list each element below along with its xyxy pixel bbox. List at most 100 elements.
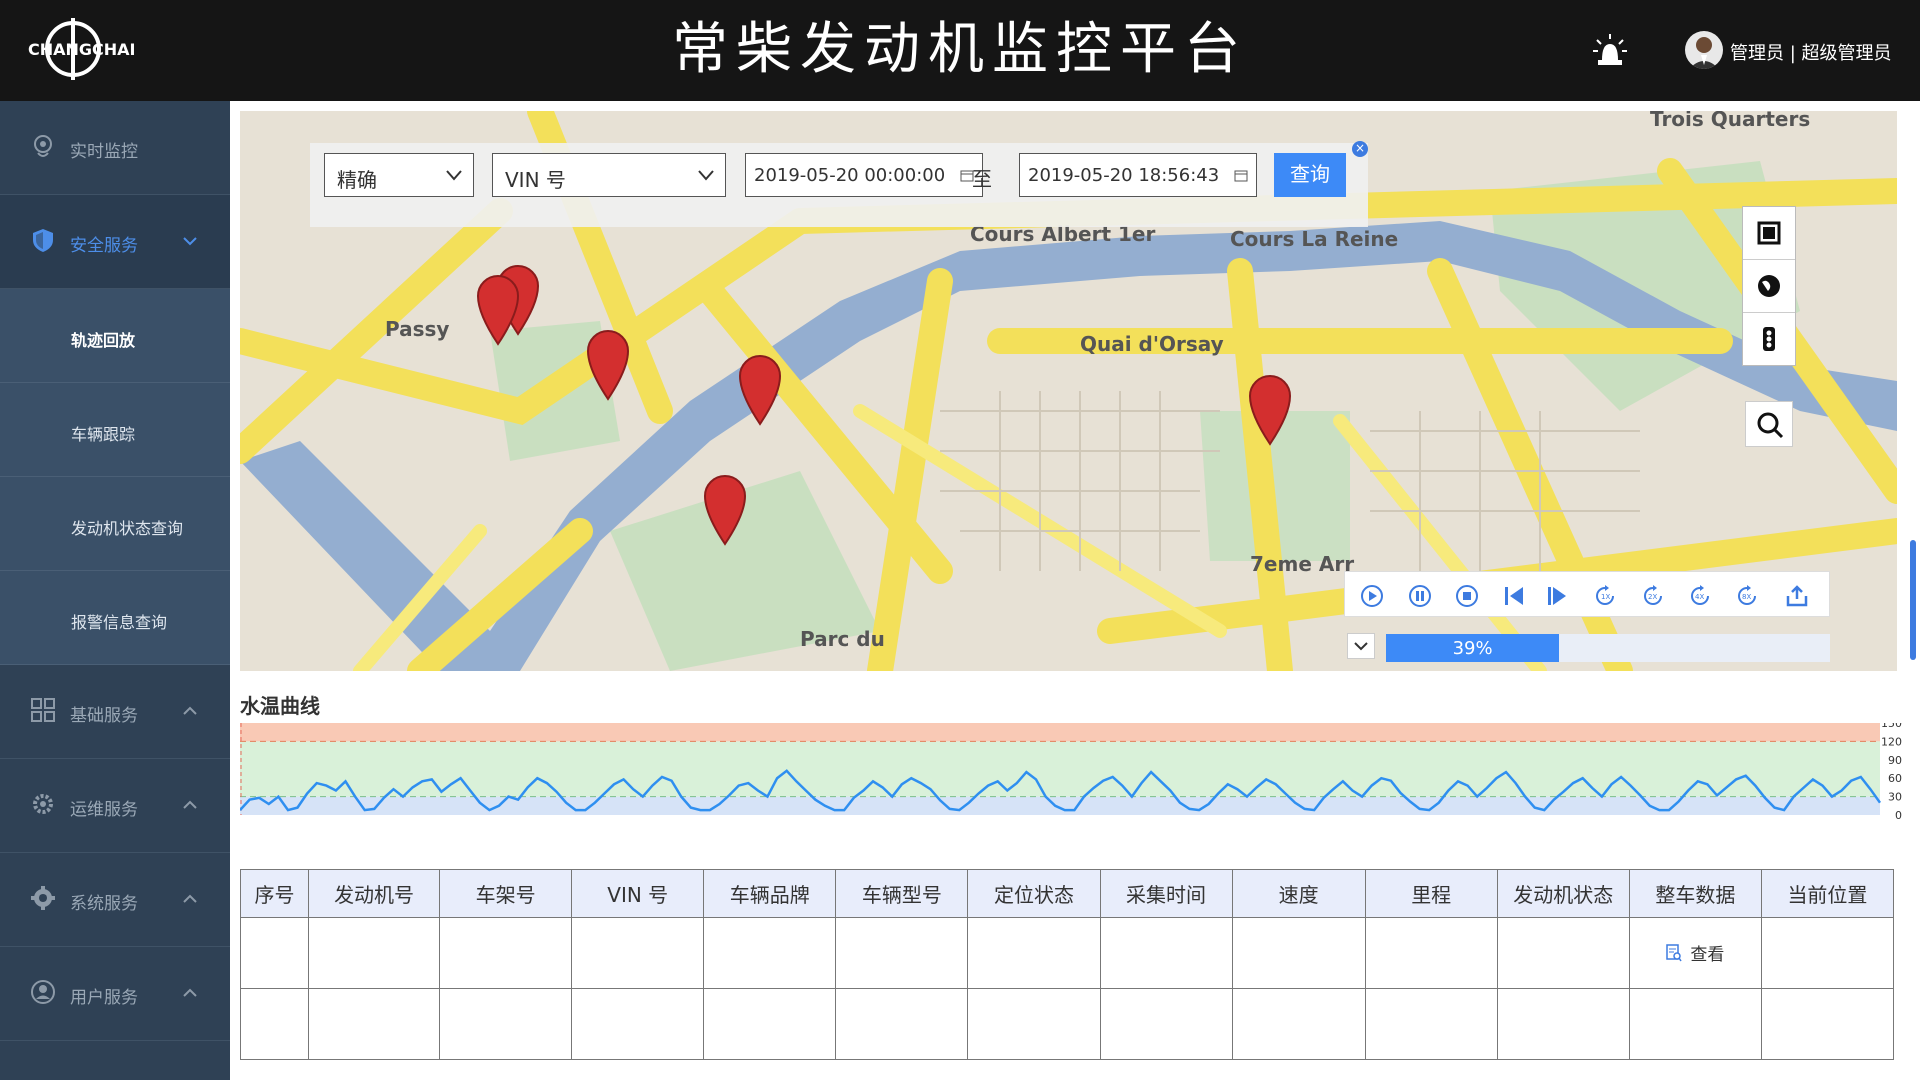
search-panel: 精确 VIN 号 2019-05-20 00:00:00 至 2019-05-2…	[310, 141, 1368, 227]
user-name[interactable]: 管理员 | 超级管理员	[1730, 39, 1892, 65]
column-header: 定位状态	[967, 869, 1101, 918]
chart-band-2	[240, 796, 1880, 815]
chart-title: 水温曲线	[240, 694, 320, 718]
search-field-select[interactable]: VIN 号	[492, 153, 726, 197]
collapse-progress-button[interactable]	[1347, 633, 1375, 659]
map-toolbar	[1742, 206, 1796, 366]
sidebar-item-realtime-monitor[interactable]: 实时监控	[0, 101, 230, 195]
column-header: 速度	[1231, 869, 1366, 918]
water-temp-chart: 0 30 60 90 120 150	[240, 723, 1902, 822]
query-button[interactable]: 查询	[1274, 153, 1346, 197]
chevron-up-icon	[183, 894, 197, 903]
chevron-down-icon	[183, 237, 197, 246]
table-cell	[1231, 988, 1366, 1060]
sidebar-item-basic-service[interactable]: 基础服务	[0, 665, 230, 759]
playback-progress-bar[interactable]: 39%	[1386, 634, 1830, 662]
speed-2x-icon[interactable]: 2X	[1641, 584, 1665, 608]
view-label: 查看	[1690, 945, 1725, 966]
svg-text:4X: 4X	[1695, 593, 1704, 601]
svg-text:2X: 2X	[1648, 593, 1657, 601]
traffic-button[interactable]	[1743, 313, 1795, 366]
step-forward-icon[interactable]	[1545, 584, 1569, 608]
step-back-icon[interactable]	[1502, 584, 1526, 608]
globe-button[interactable]	[1743, 260, 1795, 313]
view-vehicle-data-link[interactable]: 查看	[1666, 940, 1724, 965]
start-date-input[interactable]: 2019-05-20 00:00:00	[745, 153, 983, 197]
svg-text:Parc du: Parc du	[800, 627, 885, 651]
table-row: 查看	[239, 917, 1895, 989]
chart-y-tick-label: 150	[1881, 723, 1902, 730]
play-icon[interactable]	[1360, 584, 1384, 608]
grid-icon	[31, 698, 55, 722]
sidebar-subitem-track-playback[interactable]: 轨迹回放	[0, 289, 230, 383]
table-cell	[967, 988, 1101, 1060]
location-icon	[34, 135, 52, 157]
fullscreen-icon	[1757, 221, 1781, 245]
chevron-down-icon	[446, 170, 462, 181]
page-title: 常柴发动机监控平台	[672, 17, 1248, 82]
sidebar-item-label: 安全服务	[70, 236, 138, 256]
page-scrollbar[interactable]	[1910, 540, 1916, 660]
progress-text: 39%	[1452, 638, 1493, 659]
map-search-button[interactable]	[1745, 401, 1793, 447]
end-date-input[interactable]: 2019-05-20 18:56:43	[1019, 153, 1257, 197]
avatar[interactable]	[1685, 31, 1723, 69]
table-cell	[1496, 917, 1630, 989]
sidebar-item-label: 实时监控	[70, 142, 138, 162]
stop-icon[interactable]	[1455, 584, 1479, 608]
traffic-light-icon	[1763, 327, 1775, 351]
chevron-up-icon	[183, 988, 197, 997]
chart-y-tick-label: 120	[1881, 735, 1902, 748]
chart-y-tick-label: 60	[1888, 772, 1902, 785]
sidebar-subitem-label: 发动机状态查询	[71, 519, 184, 538]
fullscreen-button[interactable]	[1743, 207, 1795, 260]
column-header: 车架号	[439, 869, 573, 918]
calendar-icon	[1234, 170, 1248, 182]
svg-text:7eme Arr: 7eme Arr	[1250, 552, 1354, 576]
gear-icon	[33, 794, 53, 814]
changchai-logo: CHANGCHAI	[28, 18, 136, 80]
logo-text: CHANGCHAI	[28, 40, 136, 59]
table-cell	[1496, 988, 1630, 1060]
sidebar-item-label: 基础服务	[70, 706, 138, 726]
sidebar-item-ops-service[interactable]: 运维服务	[0, 759, 230, 853]
table-cell	[967, 917, 1101, 989]
svg-text:Passy: Passy	[385, 317, 449, 341]
top-header: CHANGCHAI 常柴发动机监控平台 管理员 | 超级管理员	[0, 0, 1920, 101]
playback-toolbar: 1X 2X 4X 8X	[1344, 571, 1830, 617]
chevron-up-icon	[183, 800, 197, 809]
table-cell	[239, 917, 310, 989]
end-date-value: 2019-05-20 18:56:43	[1028, 165, 1220, 186]
speed-4x-icon[interactable]: 4X	[1688, 584, 1712, 608]
main-content: Passy Cours Albert 1er Cours La Reine Qu…	[230, 101, 1920, 1080]
sidebar-item-security-service[interactable]: 安全服务	[0, 195, 230, 289]
match-mode-value: 精确	[337, 168, 377, 192]
sidebar-item-system-service[interactable]: 系统服务	[0, 853, 230, 947]
map-view[interactable]: Passy Cours Albert 1er Cours La Reine Qu…	[240, 111, 1897, 671]
shield-icon	[33, 229, 53, 252]
pause-icon[interactable]	[1408, 584, 1432, 608]
chart-y-tick-label: 90	[1888, 754, 1902, 767]
sidebar-subitem-engine-status[interactable]: 发动机状态查询	[0, 477, 230, 571]
sidebar-item-user-service[interactable]: 用户服务	[0, 947, 230, 1041]
close-icon[interactable]: ×	[1352, 141, 1368, 157]
chart-y-tick-label: 30	[1888, 791, 1902, 804]
table-cell	[308, 988, 441, 1060]
match-mode-select[interactable]: 精确	[324, 153, 474, 197]
svg-text:8X: 8X	[1742, 593, 1751, 601]
sidebar-subitem-vehicle-tracking[interactable]: 车辆跟踪	[0, 383, 230, 477]
sidebar-subitem-label: 报警信息查询	[71, 613, 168, 632]
sidebar-item-label: 系统服务	[70, 894, 138, 914]
speed-1x-icon[interactable]: 1X	[1593, 584, 1617, 608]
sidebar-subitem-alarm-query[interactable]: 报警信息查询	[0, 571, 230, 665]
svg-text:1X: 1X	[1601, 593, 1610, 601]
search-icon	[1757, 412, 1784, 439]
table-row	[239, 988, 1895, 1060]
table-cell	[835, 988, 969, 1060]
table-cell	[439, 917, 573, 989]
svg-text:Cours La Reine: Cours La Reine	[1230, 227, 1398, 251]
speed-8x-icon[interactable]: 8X	[1735, 584, 1759, 608]
export-icon[interactable]	[1785, 584, 1809, 608]
alarm-light-icon[interactable]	[1590, 30, 1630, 70]
chart-y-tick-label: 0	[1895, 809, 1902, 822]
